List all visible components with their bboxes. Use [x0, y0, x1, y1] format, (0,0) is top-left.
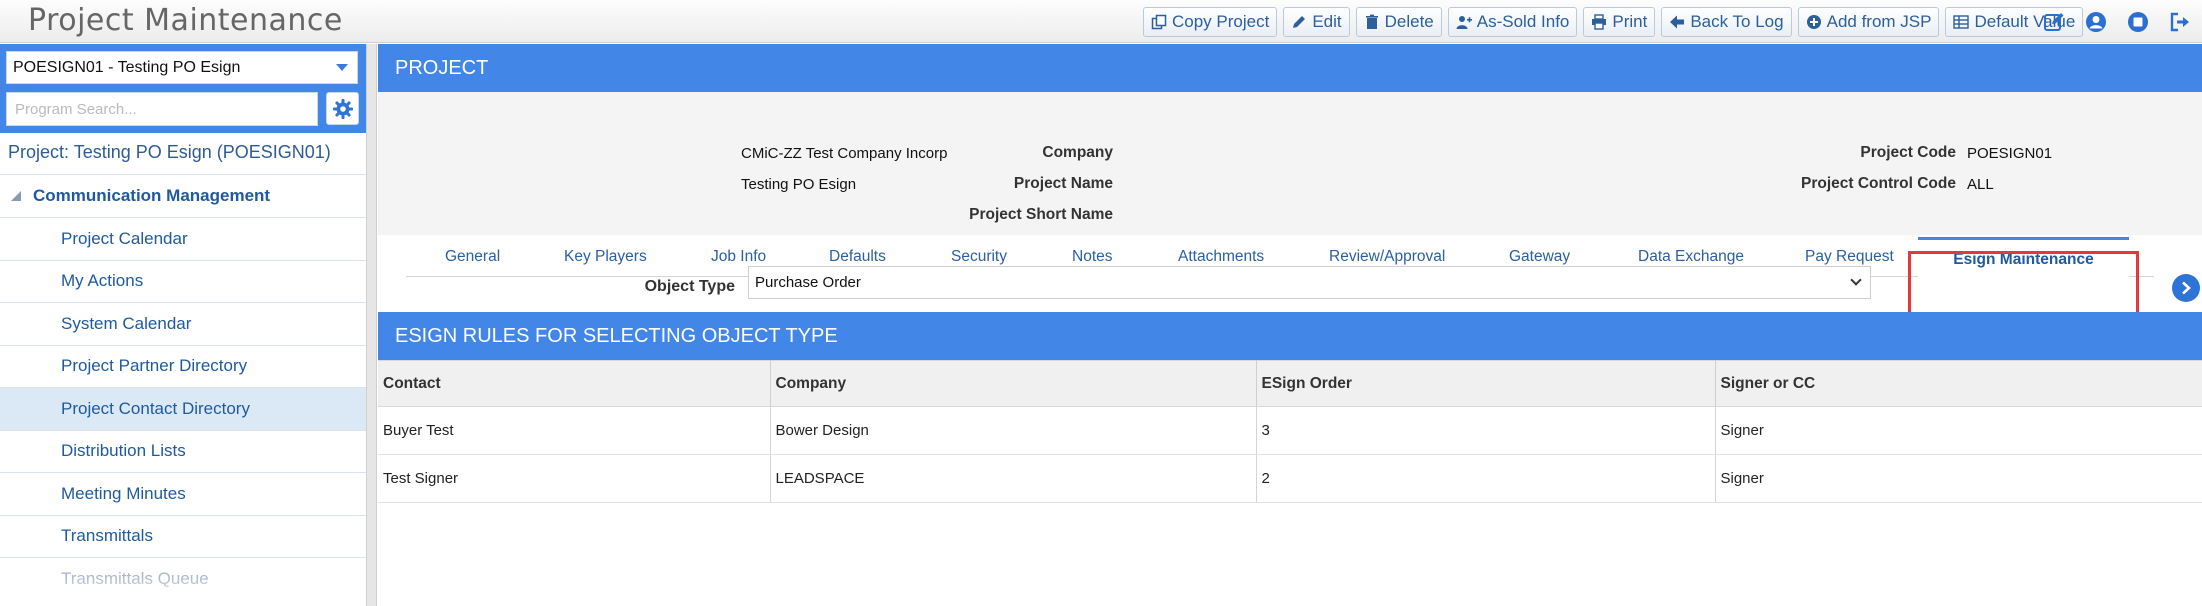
back-to-log-button[interactable]: Back To Log — [1661, 7, 1792, 37]
cell-signer-or-cc: Signer — [1715, 454, 2202, 503]
nav-item-project-calendar[interactable]: Project Calendar — [0, 217, 366, 260]
esign-rules-header: ESIGN RULES FOR SELECTING OBJECT TYPE — [378, 312, 2202, 360]
nav-item-system-calendar[interactable]: System Calendar — [0, 302, 366, 345]
column-header-esign-order[interactable]: ESign Order — [1256, 360, 1716, 407]
nav-section-label: Communication Management — [33, 186, 271, 205]
column-header-signer-or-cc[interactable]: Signer or CC — [1715, 360, 2202, 407]
copy-project-label: Copy Project — [1172, 12, 1270, 31]
project-name-label: Project Name — [1013, 175, 1113, 192]
project-info: Company CMiC-ZZ Test Company Incorp Proj… — [378, 92, 2202, 235]
as-sold-info-button[interactable]: As-Sold Info — [1447, 7, 1578, 37]
logout-icon[interactable] — [2167, 9, 2192, 34]
add-from-jsp-label: Add from JSP — [1826, 12, 1932, 31]
edit-label: Edit — [1312, 12, 1342, 31]
nav-item-project-partner-directory[interactable]: Project Partner Directory — [0, 344, 366, 388]
nav-section-communication-management[interactable]: Communication Management — [0, 174, 366, 217]
left-panel-header: POESIGN01 - Testing PO Esign — [0, 44, 366, 133]
project-code-label: Project Code — [1860, 144, 1956, 161]
edit-button[interactable]: Edit — [1283, 7, 1350, 37]
project-select-value: POESIGN01 - Testing PO Esign — [13, 58, 241, 76]
project-link[interactable]: Project: Testing PO Esign (POESIGN01) — [8, 142, 331, 163]
cell-contact: Test Signer — [378, 454, 771, 503]
nav-item-distribution-lists[interactable]: Distribution Lists — [0, 429, 366, 473]
app-title: Project Maintenance — [28, 3, 343, 38]
caret-down-icon — [336, 64, 348, 71]
stop-icon[interactable] — [2125, 9, 2150, 34]
table-row[interactable]: Buyer Test Bower Design 3 Signer — [378, 406, 2202, 455]
tab-general[interactable]: General — [445, 238, 500, 276]
print-button[interactable]: Print — [1583, 7, 1656, 37]
delete-button[interactable]: Delete — [1355, 7, 1442, 37]
copy-icon — [1151, 14, 1167, 30]
trash-icon — [1365, 14, 1378, 29]
toolbar: Copy Project Edit Delete As-Sold Info Pr… — [1143, 7, 2084, 37]
back-to-log-label: Back To Log — [1690, 12, 1784, 31]
project-code-value: POESIGN01 — [1967, 145, 2053, 162]
table-row[interactable]: Test Signer LEADSPACE 2 Signer — [378, 454, 2202, 503]
esign-rules-table: Contact Company ESign Order Signer or CC… — [378, 360, 2202, 503]
nav-item-transmittals[interactable]: Transmittals — [0, 514, 366, 558]
chevron-right-icon — [2182, 281, 2191, 295]
cell-company: LEADSPACE — [770, 454, 1257, 503]
cell-esign-order: 2 — [1256, 454, 1716, 503]
plus-circle-icon — [1806, 15, 1821, 29]
add-from-jsp-button[interactable]: Add from JSP — [1797, 7, 1940, 37]
header-icon-tools — [2041, 9, 2192, 34]
object-type-label: Object Type — [644, 278, 735, 295]
company-value: CMiC-ZZ Test Company Incorp — [741, 145, 948, 162]
settings-button[interactable] — [326, 92, 359, 125]
left-panel: POESIGN01 - Testing PO Esign Project: Te… — [0, 44, 366, 606]
delete-label: Delete — [1384, 12, 1434, 31]
project-header: PROJECT — [378, 44, 2202, 92]
main-content: PROJECT Company CMiC-ZZ Test Company Inc… — [378, 44, 2202, 606]
project-name-value: Testing PO Esign — [741, 176, 857, 193]
cell-company: Bower Design — [770, 406, 1257, 455]
user-plus-icon — [1456, 16, 1472, 29]
object-type-select[interactable]: Purchase Order — [748, 266, 1871, 299]
tab-key-players[interactable]: Key Players — [564, 238, 647, 276]
cell-signer-or-cc: Signer — [1715, 406, 2202, 455]
table-header-row: Contact Company ESign Order Signer or CC — [378, 360, 2202, 407]
table-icon — [1953, 15, 1970, 29]
pencil-icon — [1293, 16, 1306, 28]
project-control-code-value: ALL — [1967, 176, 1994, 193]
nav-item-my-actions[interactable]: My Actions — [0, 259, 366, 303]
arrow-left-icon — [1670, 15, 1685, 29]
nav-list: Communication Management Project Calenda… — [0, 174, 366, 600]
nav-item-project-contact-directory[interactable]: Project Contact Directory — [0, 387, 366, 430]
copy-project-button[interactable]: Copy Project — [1143, 7, 1278, 37]
chevron-down-icon — [1850, 274, 1862, 286]
company-label: Company — [1042, 144, 1113, 161]
cell-esign-order: 3 — [1256, 406, 1716, 455]
project-control-code-label: Project Control Code — [1800, 175, 1956, 192]
gear-icon — [332, 98, 353, 119]
program-search-input[interactable] — [6, 92, 318, 126]
cell-contact: Buyer Test — [378, 406, 771, 455]
edit-square-icon[interactable] — [2041, 9, 2066, 34]
nav-item-meeting-minutes[interactable]: Meeting Minutes — [0, 472, 366, 515]
top-bar: Project Maintenance Copy Project Edit De… — [0, 0, 2202, 43]
print-label: Print — [1612, 12, 1648, 31]
column-header-company[interactable]: Company — [770, 360, 1257, 407]
user-circle-icon[interactable] — [2083, 9, 2108, 34]
object-type-value: Purchase Order — [755, 274, 861, 291]
nav-item-transmittals-queue[interactable]: Transmittals Queue — [0, 557, 366, 600]
column-header-contact[interactable]: Contact — [378, 360, 771, 407]
print-icon — [1592, 14, 1607, 30]
tab-scroll-next-button[interactable] — [2172, 274, 2200, 302]
panel-splitter[interactable] — [366, 44, 377, 606]
project-select[interactable]: POESIGN01 - Testing PO Esign — [6, 51, 358, 84]
tab-esign-maintenance[interactable]: Esign Maintenance — [1918, 237, 2129, 278]
collapse-triangle-icon — [11, 191, 21, 201]
project-short-name-label: Project Short Name — [969, 206, 1113, 223]
as-sold-info-label: As-Sold Info — [1476, 12, 1570, 31]
